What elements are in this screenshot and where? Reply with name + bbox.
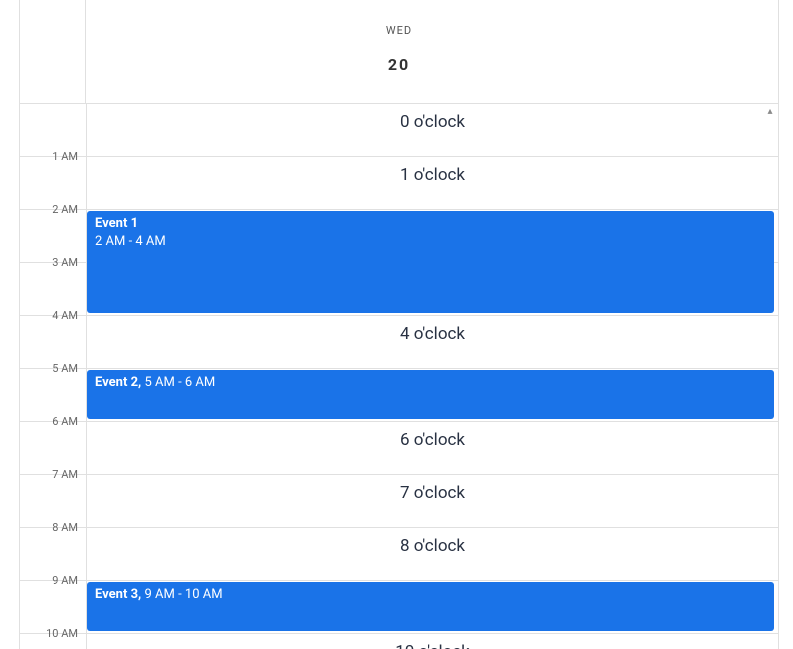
day-column[interactable]: 0 o'clock1 o'clock2 o'clock3 o'clock4 o'… [86, 104, 778, 649]
hour-label: 3 AM [20, 256, 78, 269]
time-grid: 1 AM 2 AM 3 AM 4 AM 5 AM 6 AM 7 AM 8 AM 9 AM 10 A… [20, 104, 778, 649]
date-number[interactable]: 20 [20, 37, 778, 74]
time-slot[interactable]: 0 o'clock [87, 104, 778, 157]
hour-label: 10 AM [20, 627, 78, 640]
hour-label: 1 AM [20, 150, 78, 163]
calendar-event[interactable]: Event 25 AM - 6 AM [87, 370, 774, 419]
slot-label: 10 o'clock [87, 642, 778, 649]
hour-label: 9 AM [20, 574, 78, 587]
slot-label: 6 o'clock [87, 430, 778, 450]
calendar-header: WED 20 [20, 0, 778, 104]
event-time: 9 AM - 10 AM [144, 587, 222, 602]
slot-label: 4 o'clock [87, 324, 778, 344]
hour-label: 2 AM [20, 203, 78, 216]
day-of-week-label: WED [20, 0, 778, 37]
slot-label: 7 o'clock [87, 483, 778, 503]
slot-label: 1 o'clock [87, 165, 778, 185]
hour-label: 8 AM [20, 521, 78, 534]
header-gutter [20, 0, 86, 104]
calendar-frame: WED 20 1 AM 2 AM 3 AM 4 AM 5 AM 6 AM 7 AM 8 AM 9… [19, 0, 779, 649]
hour-label: 7 AM [20, 468, 78, 481]
event-title: Event 3 [95, 587, 144, 602]
hour-label: 4 AM [20, 309, 78, 322]
hour-label: 6 AM [20, 415, 78, 428]
event-title: Event 1 [95, 216, 138, 231]
calendar-scroll-area[interactable]: 1 AM 2 AM 3 AM 4 AM 5 AM 6 AM 7 AM 8 AM 9 AM 10 A… [20, 104, 778, 649]
time-slot[interactable]: 8 o'clock [87, 528, 778, 581]
hour-label: 5 AM [20, 362, 78, 375]
event-time: 2 AM - 4 AM [95, 234, 766, 249]
hour-row: 10 AM [20, 634, 86, 649]
time-gutter: 1 AM 2 AM 3 AM 4 AM 5 AM 6 AM 7 AM 8 AM 9 AM 10 A… [20, 104, 86, 649]
time-slot[interactable]: 7 o'clock [87, 475, 778, 528]
time-slot[interactable]: 4 o'clock [87, 316, 778, 369]
time-slot[interactable]: 1 o'clock [87, 157, 778, 210]
time-slot[interactable]: 10 o'clock [87, 634, 778, 649]
calendar-event[interactable]: Event 1 2 AM - 4 AM [87, 211, 774, 313]
event-title: Event 2 [95, 375, 144, 390]
time-slot[interactable]: 6 o'clock [87, 422, 778, 475]
slot-label: 8 o'clock [87, 536, 778, 556]
slot-label: 0 o'clock [87, 112, 778, 132]
calendar-event[interactable]: Event 39 AM - 10 AM [87, 582, 774, 631]
event-time: 5 AM - 6 AM [144, 375, 215, 390]
